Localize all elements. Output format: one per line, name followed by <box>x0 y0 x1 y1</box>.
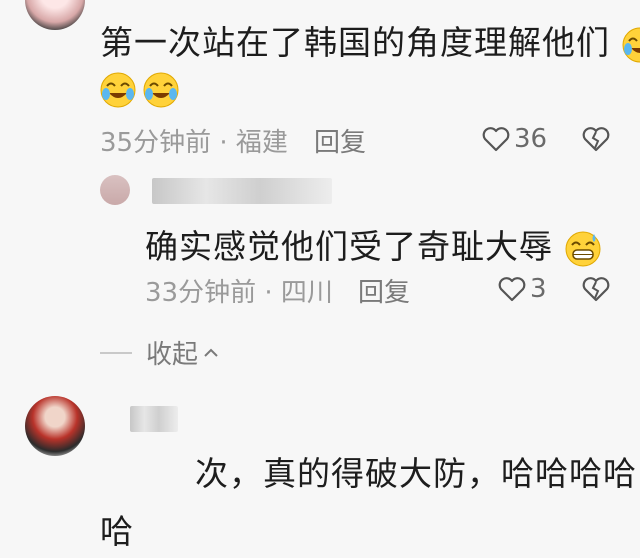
collapse-replies-button[interactable]: 收起 <box>100 334 220 371</box>
like-count: 36 <box>514 124 548 154</box>
chevron-up-icon <box>204 348 218 357</box>
reply-username-blurred <box>152 178 332 204</box>
commenter-username-blurred <box>130 406 178 432</box>
like-count: 3 <box>530 274 547 304</box>
comment-text: 第一次站在了韩国的角度理解他们 <box>100 16 640 64</box>
broken-heart-icon[interactable] <box>582 276 610 302</box>
comment-text-continued: 哈 <box>100 512 134 551</box>
laugh-crying-emoji <box>622 27 640 62</box>
reply-button[interactable]: 回复 <box>314 122 366 159</box>
broken-heart-icon[interactable] <box>582 126 610 152</box>
laugh-crying-emoji <box>100 72 136 108</box>
meta-separator: · <box>219 128 228 158</box>
like-button[interactable]: 36 <box>482 124 547 154</box>
reply-text: 确实感觉他们受了奇耻大辱 <box>145 220 601 268</box>
commenter-avatar[interactable] <box>25 396 85 456</box>
collapse-divider <box>100 351 132 354</box>
comment-meta: 35分钟前 · 福建 <box>100 122 288 159</box>
comment-text: 次，真的得破大防，哈哈哈哈 <box>195 454 637 493</box>
heart-outline-icon <box>482 127 510 152</box>
reply-button[interactable]: 回复 <box>358 272 410 309</box>
grinning-sweat-emoji <box>565 231 600 266</box>
comment-time: 35分钟前 <box>100 128 212 158</box>
like-button[interactable]: 3 <box>498 274 547 304</box>
meta-separator: · <box>264 278 273 308</box>
reply-location: 四川 <box>280 278 333 308</box>
reply-time: 33分钟前 <box>145 278 257 308</box>
comment-location: 福建 <box>235 128 288 158</box>
reply-avatar[interactable] <box>100 175 130 205</box>
laugh-crying-emoji <box>143 72 179 108</box>
heart-outline-icon <box>498 277 526 302</box>
comment-emoji-row <box>100 72 179 108</box>
commenter-avatar[interactable] <box>25 0 85 30</box>
collapse-label: 收起 <box>146 340 199 370</box>
reply-meta: 33分钟前 · 四川 <box>145 272 333 309</box>
